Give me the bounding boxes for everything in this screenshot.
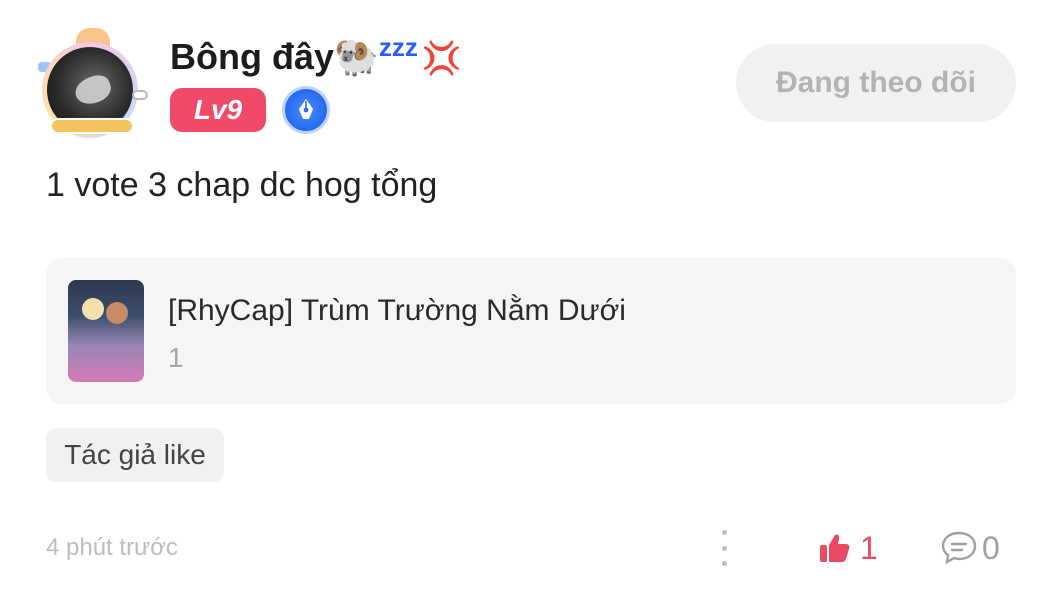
comment-bubble-icon [941,531,977,565]
sleep-icon: zzz [378,32,418,62]
pen-icon [299,99,313,119]
comment-count: 0 [982,529,1000,566]
linked-comic-card[interactable]: [RhyCap] Trùm Trường Nằm Dưới 1 [46,258,1016,404]
creator-badge [282,86,330,134]
level-text: Lv9 [193,94,243,125]
follow-button[interactable]: Đang theo dõi [736,44,1016,122]
sheep-emoji: 🐏 [334,36,379,77]
like-button[interactable]: 1 [818,526,878,570]
comic-chapter: 1 [168,342,184,373]
comment-button[interactable]: 0 [940,526,1000,570]
timestamp: 4 phút trước [46,534,178,561]
comic-title: [RhyCap] Trùm Trường Nằm Dưới [168,294,626,327]
username[interactable]: Bông đây🐏zzz 💢 [170,32,462,78]
anger-icon: 💢 [421,40,462,76]
avatar-frame-decoration [50,118,134,134]
avatar-frame-decoration [132,90,148,100]
avatar[interactable] [38,28,148,138]
author-like-tag: Tác giả like [46,428,224,482]
level-badge: Lv9 [170,88,266,132]
like-count: 1 [860,529,878,566]
thumbs-up-icon [820,534,850,562]
comic-thumbnail [68,280,144,382]
username-text: Bông đây [170,36,335,77]
tag-label: Tác giả like [64,439,206,470]
post-header: Bông đây🐏zzz 💢 Lv9 Đang theo dõi [0,0,1060,150]
more-vertical-icon[interactable] [716,530,732,566]
comment-text: 1 vote 3 chap dc hog tổng [46,166,438,204]
